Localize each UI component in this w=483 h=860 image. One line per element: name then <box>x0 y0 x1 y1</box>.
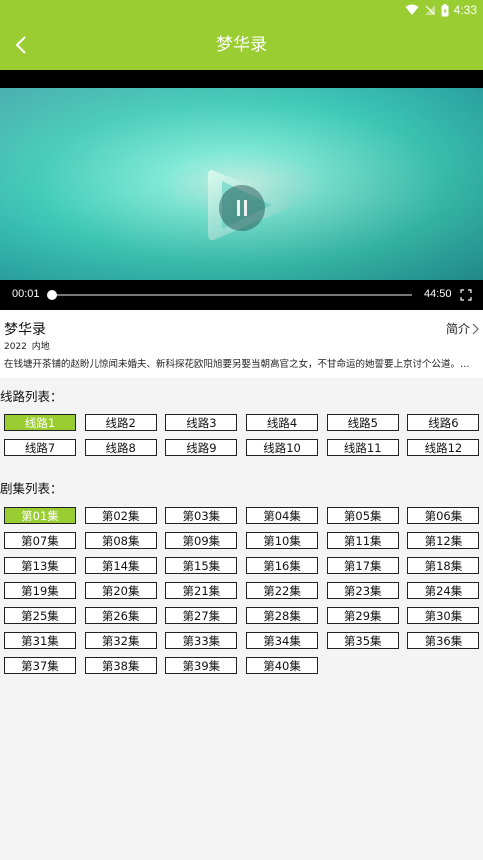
episode-button[interactable]: 第31集 <box>4 632 76 649</box>
episodes-label: 剧集列表： <box>0 481 63 496</box>
episode-button[interactable]: 第25集 <box>4 607 76 624</box>
title-bar: 梦华录 <box>0 20 483 70</box>
episode-button[interactable]: 第16集 <box>246 557 319 574</box>
episode-button[interactable]: 第35集 <box>326 632 399 649</box>
page-title: 梦华录 <box>216 35 267 55</box>
episode-button[interactable]: 第10集 <box>246 532 319 549</box>
play-logo-graphic <box>208 169 290 241</box>
episode-button[interactable]: 第30集 <box>407 607 480 624</box>
episode-button[interactable]: 第36集 <box>407 632 480 649</box>
show-meta: 2022 内地 <box>4 342 50 352</box>
episode-button[interactable]: 第13集 <box>4 557 76 574</box>
intro-button[interactable]: 简介 <box>446 320 479 337</box>
episode-button[interactable]: 第12集 <box>407 532 480 549</box>
episode-button[interactable]: 第07集 <box>4 532 76 549</box>
episode-button[interactable]: 第14集 <box>84 557 157 574</box>
intro-label: 简介 <box>445 322 470 336</box>
status-time: 4:33 <box>453 3 477 17</box>
pause-button[interactable] <box>219 185 265 231</box>
episode-button[interactable]: 第03集 <box>165 507 238 524</box>
route-button[interactable]: 线路9 <box>165 439 238 456</box>
route-button[interactable]: 线路6 <box>407 414 480 431</box>
route-button[interactable]: 线路1 <box>4 414 76 431</box>
progress-track[interactable] <box>47 290 412 300</box>
route-button[interactable]: 线路2 <box>84 414 157 431</box>
route-button[interactable]: 线路12 <box>407 439 480 456</box>
wifi-icon <box>405 4 419 15</box>
back-arrow-icon <box>15 36 26 54</box>
route-button[interactable]: 线路7 <box>4 439 76 456</box>
route-button[interactable]: 线路10 <box>246 439 319 456</box>
back-button[interactable] <box>6 30 36 60</box>
episode-button[interactable]: 第26集 <box>84 607 157 624</box>
episode-button[interactable]: 第04集 <box>246 507 319 524</box>
show-name: 梦华录 <box>4 322 46 338</box>
episode-button[interactable]: 第22集 <box>246 582 319 599</box>
episode-button[interactable]: 第33集 <box>165 632 238 649</box>
routes-grid: 线路1 线路2 线路3 线路4 线路5 线路6 线路7 线路8 线路9 线路10 线路11 线路12 <box>4 414 480 456</box>
episode-button[interactable]: 第18集 <box>407 557 480 574</box>
episode-button[interactable]: 第39集 <box>165 657 238 674</box>
progress-thumb[interactable] <box>47 290 58 300</box>
route-button[interactable]: 线路5 <box>326 414 399 431</box>
episodes-grid: 第01集 第02集 第03集 第04集 第05集 第06集第07集 第08集 第09集 第10集… <box>4 507 480 674</box>
route-button[interactable]: 线路11 <box>326 439 399 456</box>
show-description: 在钱塘开茶铺的赵盼儿惊闻未婚夫、新科探花欧阳旭要另娶当朝高官之女，不甘命运的她誓… <box>4 359 478 370</box>
episode-button[interactable]: 第17集 <box>326 557 399 574</box>
episode-button[interactable]: 第28集 <box>246 607 319 624</box>
episode-button[interactable]: 第11集 <box>326 532 399 549</box>
episode-button[interactable]: 第34集 <box>246 632 319 649</box>
episode-button[interactable]: 第06集 <box>407 507 480 524</box>
battery-icon <box>441 3 449 16</box>
video-player[interactable]: 00:01 44:50 <box>0 70 483 310</box>
episode-button[interactable]: 第21集 <box>165 582 238 599</box>
episode-button[interactable]: 第02集 <box>84 507 157 524</box>
video-frame[interactable] <box>0 88 483 280</box>
episode-button[interactable]: 第24集 <box>407 582 480 599</box>
episode-button[interactable]: 第27集 <box>165 607 238 624</box>
episode-button[interactable]: 第08集 <box>84 532 157 549</box>
status-icons: 4:33 <box>405 2 477 18</box>
episode-button[interactable]: 第32集 <box>84 632 157 649</box>
fullscreen-icon[interactable] <box>460 289 472 301</box>
episode-button[interactable]: 第40集 <box>246 657 319 674</box>
episode-button[interactable]: 第15集 <box>165 557 238 574</box>
route-button[interactable]: 线路3 <box>165 414 238 431</box>
pause-icon <box>237 200 247 216</box>
episode-button[interactable]: 第38集 <box>84 657 157 674</box>
episode-button[interactable]: 第09集 <box>165 532 238 549</box>
duration: 44:50 <box>424 288 452 300</box>
player-controls: 00:01 44:50 <box>0 280 483 310</box>
episode-button[interactable]: 第20集 <box>84 582 157 599</box>
episode-button[interactable]: 第05集 <box>326 507 399 524</box>
episode-button[interactable]: 第01集 <box>4 507 76 524</box>
episode-button[interactable]: 第29集 <box>326 607 399 624</box>
no-signal-icon <box>424 5 435 15</box>
route-button[interactable]: 线路4 <box>246 414 319 431</box>
status-bar: 4:33 <box>0 0 483 20</box>
show-info: 梦华录 简介 2022 内地 在钱塘开茶铺的赵盼儿惊闻未婚夫、新科探花欧阳旭要另… <box>0 310 483 378</box>
episode-button[interactable]: 第37集 <box>4 657 76 674</box>
chevron-right-icon <box>472 323 479 334</box>
routes-label: 线路列表： <box>0 389 63 404</box>
current-time: 00:01 <box>12 288 40 300</box>
route-button[interactable]: 线路8 <box>84 439 157 456</box>
episode-button[interactable]: 第23集 <box>326 582 399 599</box>
episode-button[interactable]: 第19集 <box>4 582 76 599</box>
